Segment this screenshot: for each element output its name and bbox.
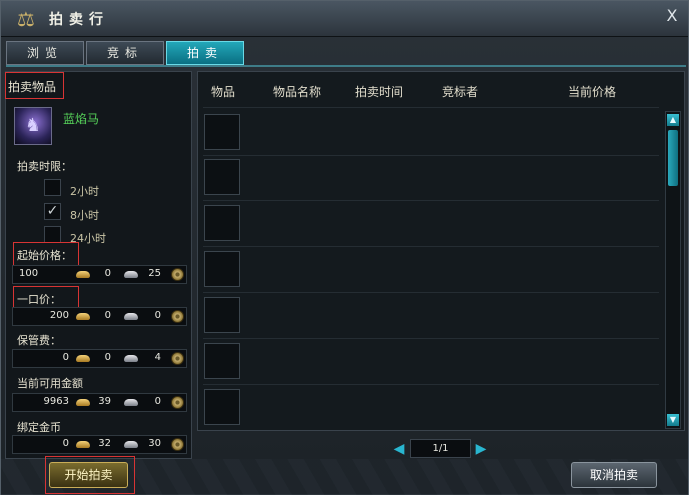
tab-bids[interactable]: 竞标 (86, 41, 164, 65)
tab-auction[interactable]: 拍卖 (166, 41, 244, 65)
gold-ingot-icon (75, 438, 91, 450)
table-row-item-slot[interactable] (204, 297, 240, 333)
bound-copper: 30 (148, 438, 161, 449)
buyout-gold[interactable]: 200 (19, 310, 69, 321)
table-row-item-slot[interactable] (204, 343, 240, 379)
col-header-item: 物品 (211, 85, 236, 99)
deposit-gold: 0 (62, 352, 69, 363)
item-name: 蓝焰马 (63, 112, 100, 126)
silver-ingot-icon (123, 396, 139, 408)
list-scrollbar[interactable]: ▲ ▼ (665, 111, 681, 429)
checkmark-icon: ✓ (46, 203, 59, 219)
cancel-auction-button[interactable]: 取消拍卖 (571, 462, 657, 488)
start-price-silver[interactable]: 0 (93, 268, 111, 279)
bound-gold-label: 绑定金币 (17, 421, 61, 434)
table-row-item-slot[interactable] (204, 251, 240, 287)
row-divider (203, 155, 659, 156)
auction-item-label: 拍卖物品 (8, 80, 57, 94)
col-header-current-price: 当前价格 (568, 85, 617, 99)
tab-divider (6, 65, 686, 67)
deposit-copper: 4 (154, 352, 161, 363)
next-page-arrow-icon[interactable]: ▶ (475, 441, 487, 457)
deposit-silver: 0 (104, 352, 111, 363)
col-header-bidder: 竞标者 (442, 85, 479, 99)
buyout-silver[interactable]: 0 (93, 310, 111, 321)
duration-label: 拍卖时限： (17, 160, 72, 173)
gold-ingot-icon (75, 396, 91, 408)
coin-icon (171, 268, 184, 281)
deposit-label: 保管费： (17, 334, 61, 347)
item-slot[interactable]: ♞ (14, 107, 52, 145)
gold-ingot-icon (75, 310, 91, 322)
duration-8h-label: 8小时 (70, 209, 99, 222)
prev-page-arrow-icon[interactable]: ◀ (393, 441, 405, 457)
gold-ingot-icon (75, 352, 91, 364)
start-price-copper[interactable]: 25 (141, 268, 161, 279)
auction-window: ⚖ 拍卖行 X 浏览 竞标 拍卖 拍卖物品 ♞ 蓝焰马 拍卖时限： 2小时 ✓ … (0, 0, 689, 495)
table-row-item-slot[interactable] (204, 114, 240, 150)
blue-flame-horse-icon: ♞ (24, 115, 42, 136)
coin-icon (171, 310, 184, 323)
silver-ingot-icon (123, 310, 139, 322)
table-row-item-slot[interactable] (204, 159, 240, 195)
start-auction-button[interactable]: 开始拍卖 (49, 462, 128, 488)
coin-icon (171, 438, 184, 451)
coin-icon (171, 396, 184, 409)
buyout-input[interactable]: 200 0 0 (12, 307, 187, 326)
buyout-label: 一口价： (17, 293, 61, 306)
row-divider (203, 384, 659, 385)
row-divider (203, 338, 659, 339)
auction-list-panel (197, 71, 685, 431)
available-gold: 9963 (43, 396, 69, 407)
deposit-display: 0 0 4 (12, 349, 187, 368)
duration-8h-checkbox[interactable]: ✓ (44, 203, 61, 220)
duration-2h-checkbox[interactable] (44, 179, 61, 196)
coin-icon (171, 352, 184, 365)
available-silver: 39 (98, 396, 111, 407)
available-copper: 0 (154, 396, 161, 407)
bound-gold-display: 0 32 30 (12, 435, 187, 454)
table-row-item-slot[interactable] (204, 205, 240, 241)
tab-browse[interactable]: 浏览 (6, 41, 84, 65)
col-header-item-name: 物品名称 (273, 85, 322, 99)
start-price-label: 起始价格： (17, 249, 72, 262)
silver-ingot-icon (123, 268, 139, 280)
title-bar[interactable]: ⚖ 拍卖行 X (1, 1, 688, 37)
bound-silver: 32 (98, 438, 111, 449)
start-price-gold[interactable]: 100 (19, 268, 59, 279)
row-divider (203, 200, 659, 201)
buyout-copper[interactable]: 0 (141, 310, 161, 321)
scroll-down-arrow-icon[interactable]: ▼ (667, 414, 679, 426)
scales-icon: ⚖ (17, 7, 35, 31)
close-button[interactable]: X (664, 7, 680, 25)
available-funds-display: 9963 39 0 (12, 393, 187, 412)
header-divider (203, 107, 659, 108)
scroll-thumb[interactable] (668, 130, 678, 186)
row-divider (203, 292, 659, 293)
gold-ingot-icon (75, 268, 91, 280)
available-funds-label: 当前可用金额 (17, 377, 83, 390)
duration-24h-checkbox[interactable] (44, 226, 61, 243)
duration-2h-label: 2小时 (70, 185, 99, 198)
table-row-item-slot[interactable] (204, 389, 240, 425)
silver-ingot-icon (123, 438, 139, 450)
row-divider (203, 246, 659, 247)
silver-ingot-icon (123, 352, 139, 364)
window-title: 拍卖行 (49, 12, 109, 28)
page-indicator: 1/1 (410, 439, 471, 458)
bound-gold: 0 (62, 438, 69, 449)
col-header-auction-time: 拍卖时间 (355, 85, 404, 99)
start-price-input[interactable]: 100 0 25 (12, 265, 187, 284)
scroll-up-arrow-icon[interactable]: ▲ (667, 114, 679, 126)
